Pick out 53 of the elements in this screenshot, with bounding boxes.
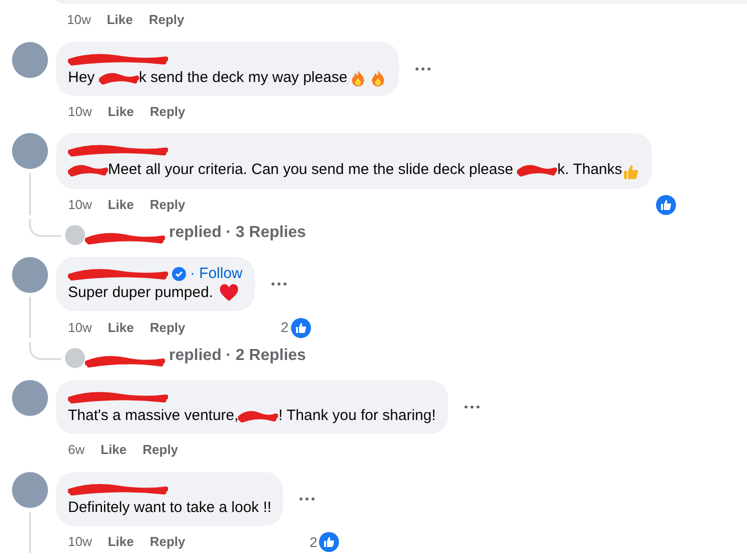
like-reaction-icon [656,195,676,215]
follow-link[interactable]: · Follow [190,264,243,284]
avatar[interactable] [12,42,48,78]
more-options-icon[interactable] [464,405,480,409]
comment-time: 6w [68,441,85,459]
avatar[interactable] [12,257,48,293]
comment-time: 10w [67,11,91,29]
avatar[interactable] [12,380,48,416]
redaction-mark [517,163,558,177]
reaction-count: 2 [310,532,318,552]
comment-text: k. Thanks [557,160,622,180]
avatar[interactable] [12,133,48,169]
reply-link[interactable]: Reply [148,10,184,30]
reply-link[interactable]: Reply [150,195,186,215]
comment-text: Hey [68,68,96,88]
reply-link[interactable]: Reply [150,532,186,552]
like-reaction-icon [319,532,340,552]
like-link[interactable]: Like [108,532,134,552]
comment-text: Definitely want to take a look !! [68,498,272,518]
comment-text: k send the deck my way please [138,68,348,88]
reaction-count: 2 [280,318,289,337]
comment-text: Meet all your criteria. Can you send me the slide deck please [108,160,514,180]
reply-link[interactable]: Reply [150,318,186,338]
comment-text: Super duper pumped. [68,283,214,303]
more-options-icon[interactable] [415,66,432,70]
like-link[interactable]: Like [108,195,134,215]
redaction-mark [238,409,278,423]
comment-time: 10w [68,102,92,120]
like-link[interactable]: Like [106,10,133,30]
avatar [65,225,85,245]
more-options-icon[interactable] [299,496,316,500]
heart-icon [219,284,240,302]
like-reaction-icon [290,318,311,338]
thread-connector [29,342,61,360]
like-link[interactable]: Like [108,318,134,338]
avatar [65,348,85,368]
comment-text: That's a massive venture, [68,406,238,426]
redaction-mark [98,70,139,84]
thread-connector [29,219,61,237]
like-link[interactable]: Like [108,102,134,121]
like-link[interactable]: Like [100,440,127,460]
reply-link[interactable]: Reply [142,440,178,460]
more-options-icon[interactable] [270,282,287,286]
thumbs-up-icon [622,163,640,181]
avatar[interactable] [12,472,48,508]
comment-time: 10w [68,196,92,214]
view-replies-link[interactable]: replied · 2 Replies [169,344,306,368]
view-replies-link[interactable]: replied · 3 Replies [169,221,306,245]
reply-link[interactable]: Reply [150,102,186,121]
comment-time: 10w [68,318,92,337]
redaction-mark [68,163,108,177]
comment-time: 10w [68,533,92,552]
comment-text: ! Thank you for sharing! [278,406,436,426]
